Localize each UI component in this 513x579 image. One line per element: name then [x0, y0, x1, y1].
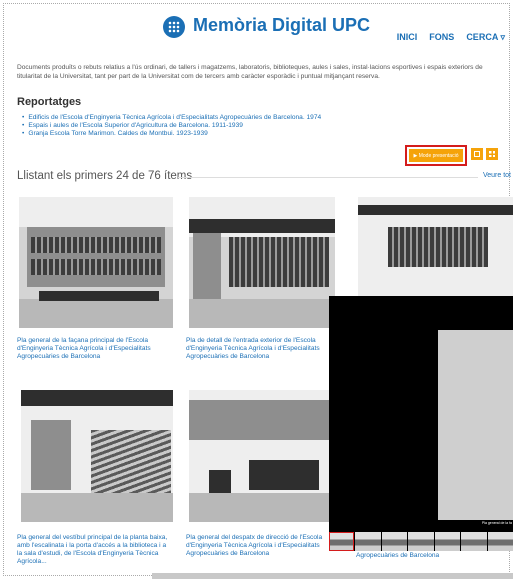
- photo-column: [193, 233, 221, 303]
- item-caption[interactable]: Pla general del vestíbul principal de la…: [17, 534, 173, 566]
- see-all-link[interactable]: Veure tot: [483, 172, 511, 179]
- slideshow-mode-label: ▶ Mode presentació: [409, 149, 463, 162]
- photo-building: [27, 227, 165, 287]
- slideshow-thumbnail[interactable]: [461, 532, 487, 551]
- photo-windows: [388, 227, 488, 267]
- main-nav: INICI FONS CERCA ▿: [397, 32, 505, 43]
- nav-inici[interactable]: INICI: [397, 32, 418, 43]
- photo-windows: [31, 237, 161, 253]
- reportatges-list: Edificis de l'Escola d'Enginyeria Tècnic…: [22, 114, 321, 138]
- slideshow-thumbnail[interactable]: [487, 532, 513, 551]
- collection-description: Documents produïts o rebuts relatius a l…: [17, 64, 483, 80]
- slideshow-thumbnail[interactable]: [381, 532, 408, 551]
- item-caption[interactable]: Agropecuàries de Barcelona: [356, 552, 512, 560]
- photo-canopy: [189, 219, 335, 233]
- slideshow-thumbnail[interactable]: [355, 532, 381, 551]
- photo-ground: [21, 492, 173, 522]
- photo-wall: [189, 400, 335, 440]
- site-title[interactable]: Memòria Digital UPC: [193, 15, 370, 36]
- grid-view-icon[interactable]: [486, 148, 498, 160]
- listing-divider: [178, 177, 478, 178]
- item-caption[interactable]: Pla de detall de l'entrada exterior de l…: [186, 337, 342, 361]
- reportatge-link[interactable]: Espais i aules de l'Escola Superior d'Ag…: [22, 122, 321, 130]
- photo-building: [438, 390, 509, 490]
- list-view-icon[interactable]: [471, 148, 483, 160]
- item-photo[interactable]: [21, 390, 173, 522]
- photo-windows: [438, 510, 505, 520]
- reportatge-link[interactable]: Granja Escola Torre Marimon. Caldes de M…: [22, 130, 321, 138]
- photo-ground: [19, 299, 173, 328]
- slideshow-thumbnails: [329, 532, 513, 551]
- slideshow-overlay[interactable]: Pla general de la fa: [329, 296, 513, 532]
- item-photo[interactable]: [189, 390, 335, 522]
- photo-ceiling: [358, 205, 513, 215]
- reportatges-title: Reportatges: [17, 96, 82, 108]
- photo-ground: [189, 492, 335, 522]
- item-caption[interactable]: Pla general del despatx de direcció de l…: [186, 534, 342, 558]
- item-caption[interactable]: Pla general de la façana principal de l'…: [17, 337, 173, 361]
- photo-desk: [249, 460, 319, 490]
- photo-sky: [19, 197, 173, 227]
- item-photo[interactable]: [189, 197, 335, 328]
- photo-windows: [438, 490, 505, 510]
- slideshow-thumbnail[interactable]: [434, 532, 461, 551]
- nav-cerca[interactable]: CERCA ▿: [466, 32, 505, 43]
- photo-wall: [31, 420, 71, 490]
- photo-sky: [438, 330, 513, 390]
- photo-stairs: [91, 430, 171, 500]
- photo-cars: [39, 291, 159, 301]
- photo-windows: [31, 259, 161, 275]
- upc-logo-icon[interactable]: [163, 16, 185, 38]
- nav-fons[interactable]: FONS: [429, 32, 454, 43]
- item-photo[interactable]: [358, 197, 513, 297]
- photo-entrance: [229, 237, 329, 287]
- reportatge-link[interactable]: Edificis de l'Escola d'Enginyeria Tècnic…: [22, 114, 321, 122]
- photo-ground: [189, 299, 335, 328]
- slideshow-current-image[interactable]: [438, 330, 513, 520]
- slideshow-thumbnail[interactable]: [408, 532, 434, 551]
- slideshow-thumbnail[interactable]: [329, 532, 355, 551]
- logo-dots: [168, 21, 180, 33]
- slideshow-caption: Pla general de la fa: [481, 521, 512, 525]
- listing-title: Llistant els primers 24 de 76 ítems: [17, 170, 193, 182]
- item-photo[interactable]: [19, 197, 173, 328]
- horizontal-scrollbar[interactable]: [152, 573, 513, 579]
- slideshow-mode-button[interactable]: ▶ Mode presentació: [405, 145, 467, 166]
- photo-ceiling: [21, 390, 173, 406]
